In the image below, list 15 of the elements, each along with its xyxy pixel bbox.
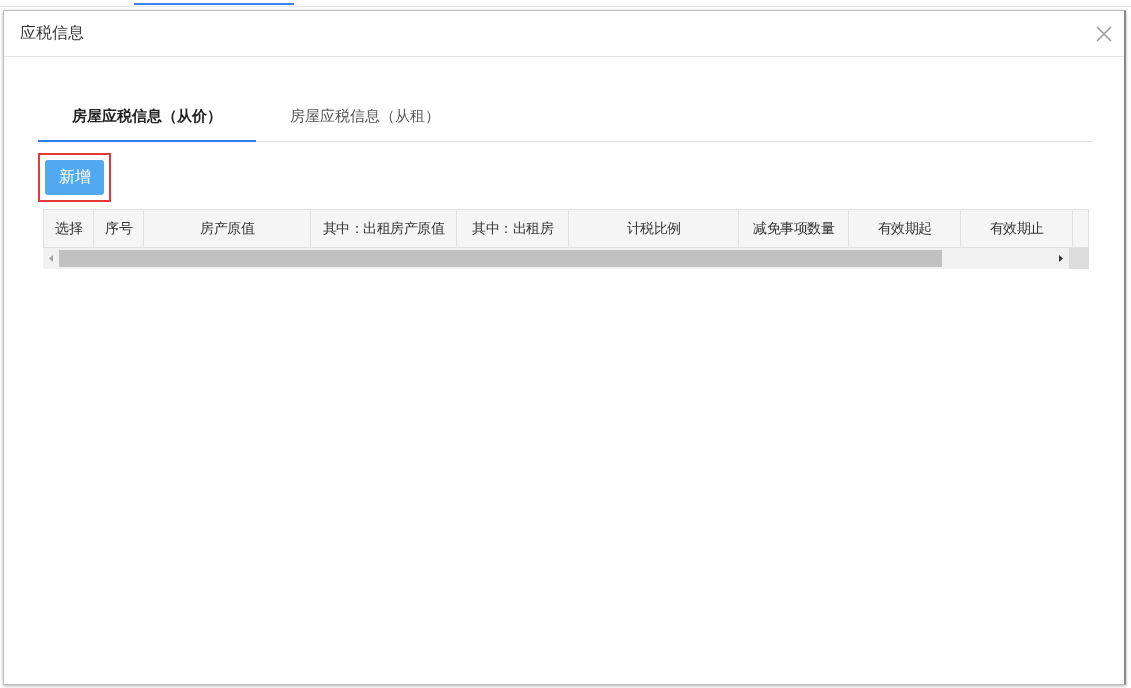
scrollbar-thumb[interactable] xyxy=(59,250,942,267)
column-header: 有效期起 xyxy=(849,210,961,247)
tab[interactable]: 房屋应税信息（从租） xyxy=(256,97,474,142)
column-header: 房产原值 xyxy=(144,210,311,247)
column-header: 其中：出租房产原值 xyxy=(311,210,457,247)
column-header: 有效期止 xyxy=(961,210,1073,247)
column-header: 减免事项数量 xyxy=(739,210,849,247)
column-header: 序号 xyxy=(94,210,144,247)
close-icon[interactable] xyxy=(1096,25,1112,42)
horizontal-scrollbar[interactable] xyxy=(43,248,1089,269)
column-header: 计税比例 xyxy=(569,210,739,247)
dialog-title: 应税信息 xyxy=(20,23,84,44)
column-header: 选择 xyxy=(44,210,94,247)
tab[interactable]: 房屋应税信息（从价） xyxy=(38,97,256,142)
column-header: 其中：出租房 xyxy=(457,210,569,247)
